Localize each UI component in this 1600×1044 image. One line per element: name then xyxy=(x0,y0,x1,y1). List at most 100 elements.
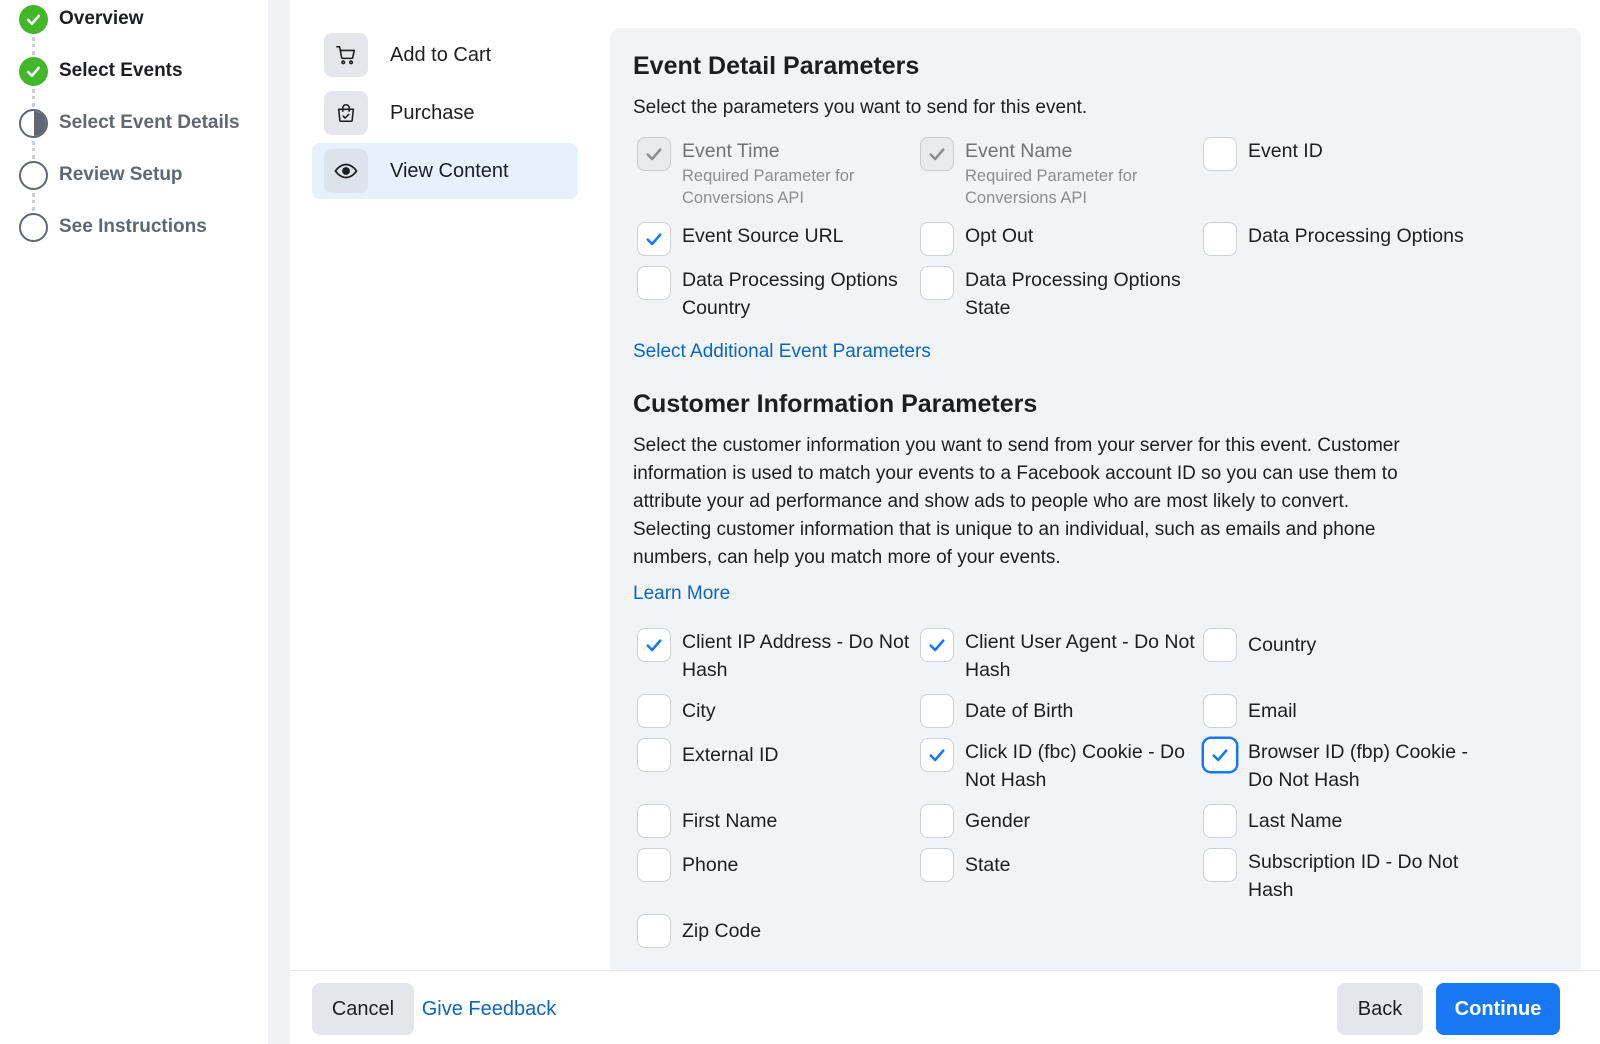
continue-button[interactable]: Continue xyxy=(1436,983,1560,1035)
param-label: Browser ID (fbp) Cookie - Do Not Hash xyxy=(1248,741,1468,791)
learn-more-link[interactable]: Learn More xyxy=(633,583,730,605)
param-label: External ID xyxy=(682,744,779,766)
param-label: Data Processing Options xyxy=(1248,225,1464,247)
param-label: Client IP Address - Do Not Hash xyxy=(682,631,910,681)
checkbox[interactable] xyxy=(637,914,671,948)
param-data-processing-options-state[interactable]: Data Processing Options State xyxy=(920,266,1195,322)
param-label: Event Source URL xyxy=(682,225,844,247)
checkbox[interactable] xyxy=(1203,628,1237,662)
event-item-purchase[interactable]: Purchase xyxy=(312,85,578,141)
param-label: Subscription ID - Do Not Hash xyxy=(1248,851,1459,901)
checkbox[interactable] xyxy=(637,804,671,838)
step-overview[interactable]: Overview xyxy=(19,3,144,35)
param-client-ip-address[interactable]: Client IP Address - Do Not Hash xyxy=(637,628,917,684)
param-external-id[interactable]: External ID xyxy=(637,738,778,772)
param-browser-id-fbp-cookie[interactable]: Browser ID (fbp) Cookie - Do Not Hash xyxy=(1203,738,1478,794)
step-label: Review Setup xyxy=(59,164,183,185)
param-label: Data Processing Options Country xyxy=(682,269,898,319)
event-item-label: Purchase xyxy=(390,101,475,124)
description-line: numbers, can help you match more of your… xyxy=(633,547,1061,568)
back-button[interactable]: Back xyxy=(1337,983,1423,1035)
event-detail-description: Select the parameters you want to send f… xyxy=(633,97,1088,118)
checkbox[interactable] xyxy=(920,804,954,838)
step-review-setup[interactable]: Review Setup xyxy=(19,159,183,191)
param-client-user-agent[interactable]: Client User Agent - Do Not Hash xyxy=(920,628,1200,684)
checkbox[interactable] xyxy=(1203,694,1237,728)
half-circle-icon xyxy=(19,108,48,138)
param-city[interactable]: City xyxy=(637,694,716,728)
customer-info-description: Select the customer information you want… xyxy=(633,432,1400,572)
checkbox[interactable] xyxy=(1203,137,1237,171)
param-label: Last Name xyxy=(1248,810,1343,832)
step-select-events[interactable]: Select Events xyxy=(19,55,183,87)
cancel-button[interactable]: Cancel xyxy=(312,983,414,1035)
step-select-event-details[interactable]: Select Event Details xyxy=(19,107,240,139)
param-last-name[interactable]: Last Name xyxy=(1203,804,1342,838)
event-item-label: Add to Cart xyxy=(390,43,492,66)
checkbox xyxy=(637,137,671,171)
param-first-name[interactable]: First Name xyxy=(637,804,777,838)
param-label: State xyxy=(965,854,1011,876)
param-zip-code[interactable]: Zip Code xyxy=(637,914,761,948)
step-connector xyxy=(32,89,35,107)
checkbox[interactable] xyxy=(920,222,954,256)
eye-icon xyxy=(324,149,368,193)
empty-circle-icon xyxy=(19,160,48,190)
step-see-instructions[interactable]: See Instructions xyxy=(19,211,207,243)
event-detail-title: Event Detail Parameters xyxy=(633,52,920,80)
param-label: First Name xyxy=(682,810,778,832)
param-label: Email xyxy=(1248,700,1297,722)
checkbox[interactable] xyxy=(920,848,954,882)
event-item-add-to-cart[interactable]: Add to Cart xyxy=(312,27,578,83)
checkbox[interactable] xyxy=(637,222,671,256)
checkbox[interactable] xyxy=(637,848,671,882)
param-phone[interactable]: Phone xyxy=(637,848,738,882)
checkbox[interactable] xyxy=(920,628,954,662)
description-line: information is used to match your events… xyxy=(633,463,1398,484)
param-label: City xyxy=(682,700,716,722)
param-country[interactable]: Country xyxy=(1203,628,1316,662)
checkmark-circle-icon xyxy=(19,56,48,86)
param-state[interactable]: State xyxy=(920,848,1011,882)
param-email[interactable]: Email xyxy=(1203,694,1297,728)
param-click-id-fbc-cookie[interactable]: Click ID (fbc) Cookie - Do Not Hash xyxy=(920,738,1195,794)
param-opt-out[interactable]: Opt Out xyxy=(920,222,1033,256)
step-label: Select Event Details xyxy=(59,112,240,133)
param-subscription-id[interactable]: Subscription ID - Do Not Hash xyxy=(1203,848,1478,904)
footer-bar: Cancel Give Feedback Back Continue xyxy=(290,970,1600,1044)
give-feedback-link[interactable]: Give Feedback xyxy=(420,983,558,1035)
event-item-label: View Content xyxy=(390,159,509,182)
checkbox[interactable] xyxy=(1203,222,1237,256)
param-label: Data Processing Options State xyxy=(965,269,1181,319)
checkbox[interactable] xyxy=(637,694,671,728)
param-event-time: Event Time Required Parameter for Conver… xyxy=(637,137,882,209)
param-date-of-birth[interactable]: Date of Birth xyxy=(920,694,1073,728)
cart-icon xyxy=(324,33,368,77)
checkbox[interactable] xyxy=(1203,848,1237,882)
param-label: Date of Birth xyxy=(965,700,1074,722)
param-gender[interactable]: Gender xyxy=(920,804,1030,838)
checkbox[interactable] xyxy=(637,266,671,300)
select-additional-parameters-link[interactable]: Select Additional Event Parameters xyxy=(633,341,931,363)
event-item-view-content[interactable]: View Content xyxy=(312,143,578,199)
param-sublabel: Required Parameter for Conversions API xyxy=(682,167,855,207)
param-data-processing-options[interactable]: Data Processing Options xyxy=(1203,222,1464,256)
param-label: Zip Code xyxy=(682,920,762,942)
step-connector xyxy=(32,141,35,159)
description-line: Select the customer information you want… xyxy=(633,435,1400,456)
checkbox xyxy=(920,137,954,171)
param-label: Event Name xyxy=(965,140,1073,162)
checkbox[interactable] xyxy=(1203,804,1237,838)
checkbox[interactable] xyxy=(1203,738,1237,772)
param-event-id[interactable]: Event ID xyxy=(1203,137,1323,171)
checkbox[interactable] xyxy=(920,266,954,300)
checkbox[interactable] xyxy=(637,628,671,662)
checkbox[interactable] xyxy=(920,694,954,728)
checkbox[interactable] xyxy=(920,738,954,772)
checkbox[interactable] xyxy=(637,738,671,772)
param-label: Country xyxy=(1248,634,1317,656)
param-data-processing-options-country[interactable]: Data Processing Options Country xyxy=(637,266,912,322)
step-label: See Instructions xyxy=(59,216,207,237)
param-event-source-url[interactable]: Event Source URL xyxy=(637,222,844,256)
param-sublabel: Required Parameter for Conversions API xyxy=(965,167,1138,207)
